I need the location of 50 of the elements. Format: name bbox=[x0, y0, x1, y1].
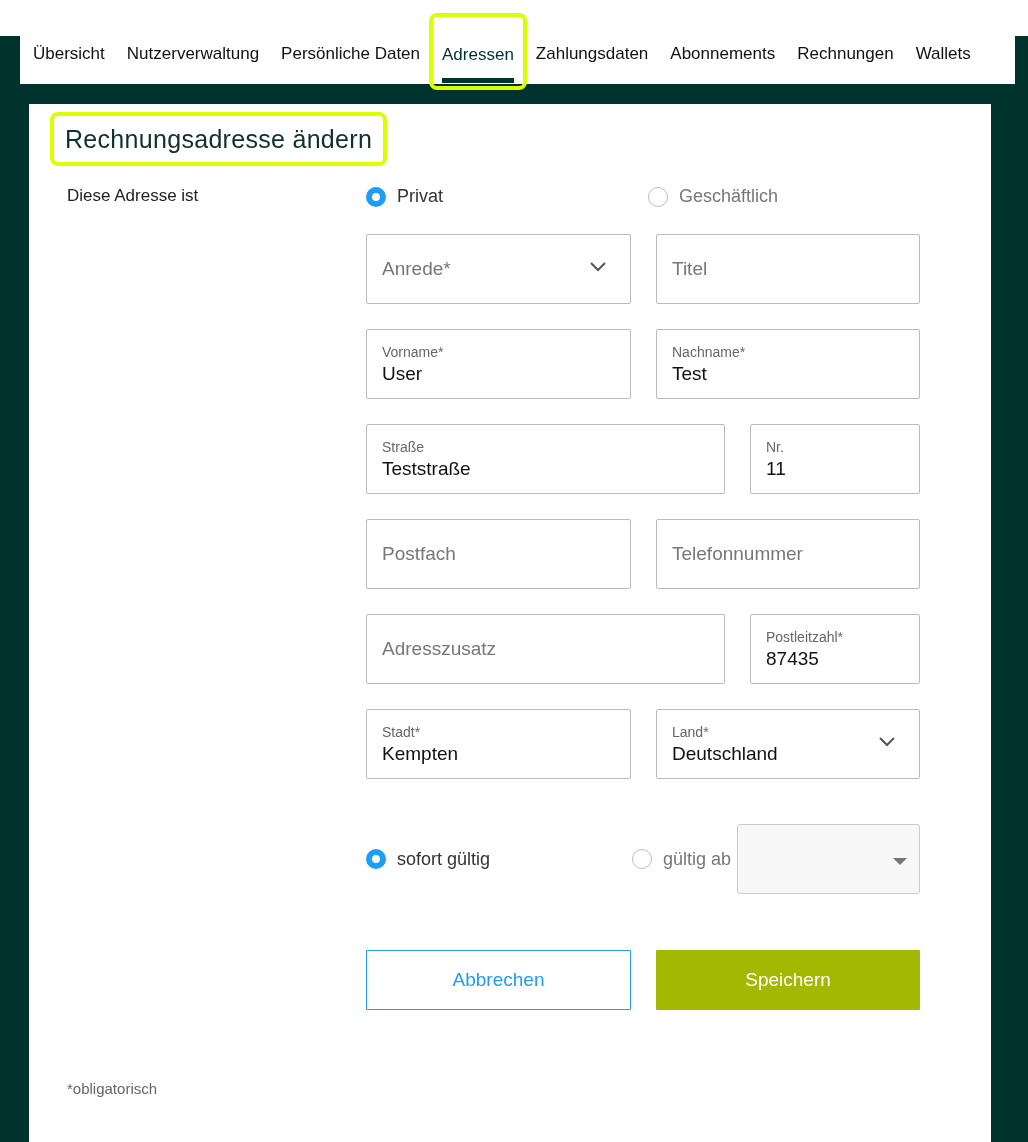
field-value: User bbox=[382, 362, 423, 385]
field-value: Teststraße bbox=[382, 457, 471, 480]
select-field[interactable]: Anrede* bbox=[366, 234, 631, 304]
select-field[interactable]: Land* Deutschland bbox=[656, 709, 920, 779]
field-label: Straße bbox=[382, 438, 424, 455]
field-label: Nachname* bbox=[672, 343, 746, 360]
chevron-down-icon bbox=[879, 737, 895, 747]
field-label: Vorname* bbox=[382, 343, 444, 360]
chevron-down-icon bbox=[590, 262, 606, 272]
input-field[interactable]: Vorname* User bbox=[366, 329, 631, 399]
input-field[interactable]: Nr. 11 bbox=[750, 424, 920, 494]
page-heading: Rechnungsadresse ändern bbox=[52, 114, 386, 164]
radio-option[interactable]: Privat bbox=[366, 186, 648, 207]
input-field[interactable]: Titel bbox=[656, 234, 920, 304]
nav-tab[interactable]: Rechnungen bbox=[786, 0, 905, 84]
radio-option[interactable]: Geschäftlich bbox=[648, 186, 920, 207]
radio-option[interactable]: gültig ab bbox=[632, 848, 732, 870]
input-field[interactable]: Stadt* Kempten bbox=[366, 709, 631, 779]
field-value: Deutschland bbox=[672, 742, 778, 765]
nav-tab[interactable]: Zahlungsdaten bbox=[524, 0, 660, 84]
input-field[interactable]: Straße Teststraße bbox=[366, 424, 725, 494]
input-field[interactable]: Nachname* Test bbox=[656, 329, 920, 399]
date-select[interactable] bbox=[737, 824, 920, 894]
nav-tab[interactable]: Persönliche Daten bbox=[270, 0, 431, 84]
field-label: Nr. bbox=[766, 438, 784, 455]
input-field[interactable]: Postleitzahl* 87435 bbox=[750, 614, 920, 684]
field-value: Kempten bbox=[382, 742, 459, 765]
field-placeholder: Adresszusatz bbox=[382, 638, 497, 660]
caret-down-icon bbox=[893, 858, 907, 865]
nav-tab[interactable]: Abonnements bbox=[659, 0, 787, 84]
nav-tab[interactable]: Adressen bbox=[431, 15, 525, 88]
field-value: Test bbox=[672, 362, 707, 385]
nav-tab[interactable]: Übersicht bbox=[22, 0, 116, 84]
field-label: Land* bbox=[672, 723, 709, 740]
radio-option[interactable]: sofort gültig bbox=[366, 848, 632, 870]
field-placeholder: Titel bbox=[672, 258, 708, 280]
field-placeholder: Postfach bbox=[382, 543, 456, 565]
field-placeholder: Anrede* bbox=[382, 258, 451, 280]
input-field[interactable]: Postfach bbox=[366, 519, 631, 589]
nav-tab[interactable]: Wallets bbox=[904, 0, 982, 84]
address-type-label: Diese Adresse ist bbox=[67, 186, 200, 207]
field-label: Stadt* bbox=[382, 723, 421, 740]
nav-tab[interactable]: Nutzerverwaltung bbox=[115, 0, 271, 84]
field-value: 87435 bbox=[766, 647, 819, 670]
input-field[interactable]: Adresszusatz bbox=[366, 614, 725, 684]
footnote: *obligatorisch bbox=[67, 1080, 159, 1097]
field-label: Postleitzahl* bbox=[766, 628, 844, 645]
field-placeholder: Telefonnummer bbox=[672, 543, 803, 565]
input-field[interactable]: Telefonnummer bbox=[656, 519, 920, 589]
field-value: 11 bbox=[766, 457, 786, 480]
